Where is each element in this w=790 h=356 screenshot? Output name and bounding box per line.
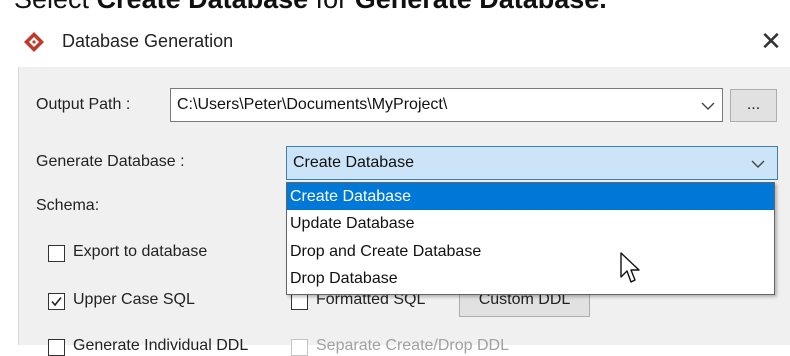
export-to-database-label[interactable]: Export to database [73, 243, 207, 261]
formatted-sql-checkbox[interactable] [291, 293, 308, 310]
window-title: Database Generation [62, 31, 234, 51]
dialog-content: Output Path : C:\Users\Peter\Documents\M… [18, 67, 790, 356]
title-bar: Database Generation ✕ [0, 11, 790, 71]
chevron-down-icon[interactable] [751, 159, 765, 169]
dropdown-option-create-database[interactable]: Create Database [287, 183, 774, 210]
schema-label: Schema: [36, 197, 100, 214]
dropdown-option-drop-and-create-database[interactable]: Drop and Create Database [287, 238, 774, 265]
generate-database-label: Generate Database : [36, 153, 185, 170]
separate-create-drop-ddl-checkbox [291, 339, 308, 356]
mouse-pointer-icon [620, 252, 640, 283]
upper-case-sql-checkbox[interactable] [48, 293, 65, 310]
output-path-label: Output Path : [36, 96, 131, 113]
export-to-database-checkbox[interactable] [48, 245, 65, 262]
output-path-value: C:\Users\Peter\Documents\MyProject\ [177, 96, 448, 113]
generate-individual-ddl-checkbox[interactable] [48, 339, 65, 356]
output-path-combo[interactable]: C:\Users\Peter\Documents\MyProject\ [170, 88, 723, 122]
separate-create-drop-ddl-label: Separate Create/Drop DDL [316, 337, 509, 354]
chevron-down-icon[interactable] [701, 101, 715, 111]
close-button[interactable]: ✕ [755, 23, 787, 59]
dropdown-option-update-database[interactable]: Update Database [287, 210, 774, 237]
generate-database-combo[interactable]: Create Database [286, 146, 778, 180]
database-generation-dialog: Database Generation ✕ Output Path : C:\U… [0, 11, 790, 356]
upper-case-sql-label[interactable]: Upper Case SQL [73, 291, 195, 309]
generate-individual-ddl-label[interactable]: Generate Individual DDL [73, 337, 248, 355]
browse-button[interactable]: ... [730, 89, 777, 122]
generate-database-value: Create Database [293, 154, 414, 171]
checkmark-icon [51, 297, 62, 307]
generate-database-dropdown-list: Create Database Update Database Drop and… [286, 182, 775, 295]
dropdown-option-drop-database[interactable]: Drop Database [287, 265, 774, 292]
vp-logo-icon [24, 32, 44, 52]
